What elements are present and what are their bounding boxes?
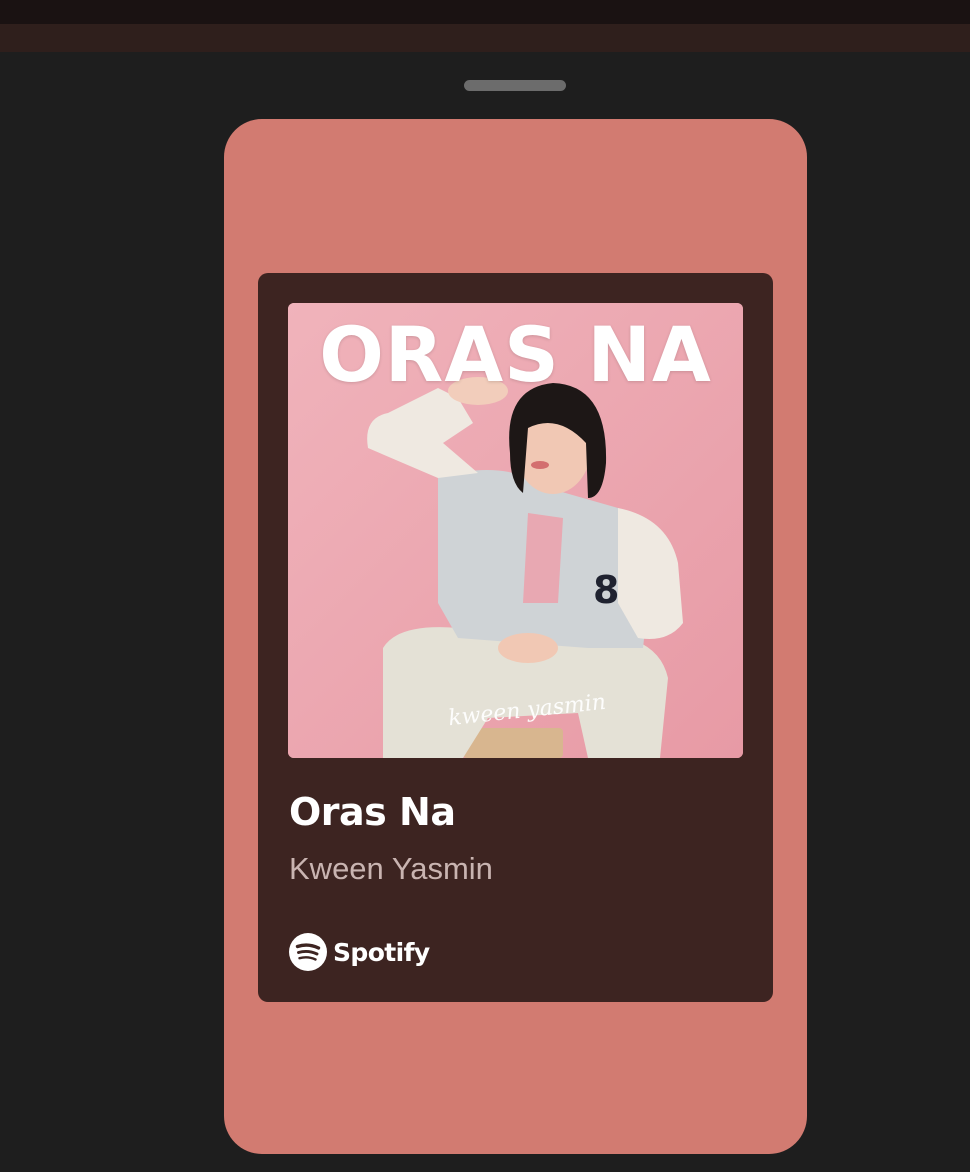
track-artist: Kween Yasmin [289, 851, 493, 886]
cover-title-text: ORAS NA [319, 310, 712, 399]
sheet-drag-handle[interactable] [464, 80, 566, 91]
share-story-card: 8 ORAS NA kween yasmin Oras Na Kween Yas… [224, 119, 807, 1154]
track-title: Oras Na [289, 790, 456, 834]
track-card[interactable]: 8 ORAS NA kween yasmin Oras Na Kween Yas… [258, 273, 773, 1002]
album-cover: 8 ORAS NA kween yasmin [288, 303, 743, 758]
spotify-branding: Spotify [289, 933, 430, 971]
top-overlay-strip [0, 24, 970, 52]
status-bar-area [0, 0, 970, 24]
svg-text:8: 8 [593, 568, 619, 612]
spotify-wordmark: Spotify [333, 937, 430, 967]
spotify-icon [289, 933, 327, 971]
